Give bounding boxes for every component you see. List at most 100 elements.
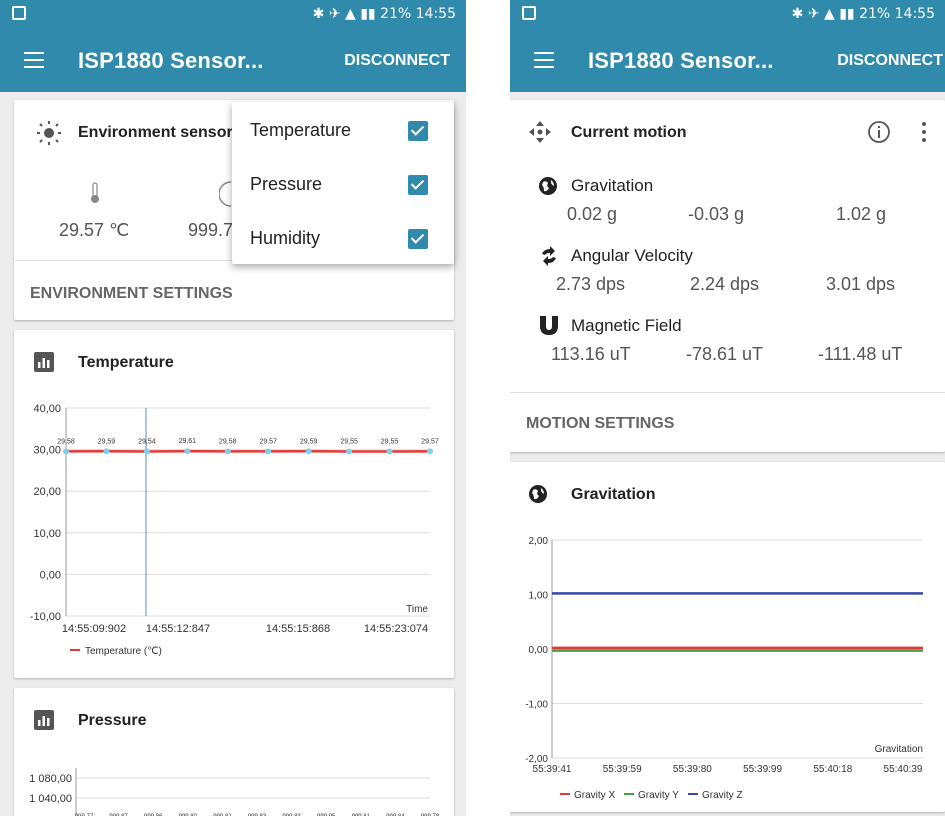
menu-item-humidity[interactable]: Humidity — [232, 212, 454, 266]
gallery-icon — [522, 6, 536, 20]
temperature-point — [143, 448, 150, 455]
temperature-point — [184, 448, 191, 455]
thermometer-icon — [91, 182, 99, 203]
temperature-point — [427, 448, 433, 455]
humidity-checkbox[interactable] — [408, 229, 428, 249]
legend-label: Gravity Z — [702, 790, 743, 801]
x-tick-label: 14:55:15:868 — [266, 623, 330, 635]
temperature-value: 29.57 ℃ — [59, 220, 130, 240]
temperature-point — [386, 448, 393, 455]
motion-settings-button[interactable]: MOTION SETTINGS — [510, 392, 945, 453]
bar-chart-icon — [34, 710, 54, 730]
menu-icon[interactable] — [24, 52, 44, 68]
more-icon[interactable] — [920, 120, 928, 144]
y-tick-label: 1,00 — [529, 591, 549, 602]
magnetic-x: 113.16 uT — [551, 344, 631, 364]
temperature-point — [224, 448, 231, 455]
status-bar: ✱ ✈ ▲ ▮▮ 21% 14:55 — [0, 0, 466, 30]
x-tick-label: 14:55:23:074 — [364, 623, 428, 635]
sensor-menu: Temperature Pressure Humidity — [232, 102, 454, 264]
legend-label: Gravity Y — [638, 790, 679, 801]
y-tick-label: 10,00 — [33, 528, 61, 540]
data-label: 29,59 — [300, 438, 318, 445]
app-bar: ISP1880 Sensor... DISCONNECT — [510, 30, 945, 92]
legend-label: Temperature (℃) — [85, 646, 162, 657]
data-label: 29,55 — [340, 438, 358, 445]
y-tick-label: 1 040,00 — [29, 793, 72, 805]
angular-y: 2.24 dps — [690, 274, 760, 294]
motion-card: Current motion Gravitation 0.02 g -0.03 … — [510, 100, 945, 452]
temperature-point — [103, 448, 110, 455]
globe-icon — [529, 485, 547, 503]
magnetic-z: -111.48 uT — [818, 344, 903, 364]
x-tick-label: 55:40:18 — [813, 764, 852, 775]
app-bar: ISP1880 Sensor... DISCONNECT — [0, 30, 466, 92]
y-tick-label: -10,00 — [30, 611, 61, 623]
x-tick-label: 55:39:80 — [673, 764, 712, 775]
sun-icon — [37, 121, 61, 145]
gravitation-chart-card: Gravitation 2,00 1,00 0,00 -1,00 -2,00 55:39:… — [510, 462, 945, 812]
gallery-icon — [12, 6, 26, 20]
bar-chart-icon — [34, 352, 54, 372]
disconnect-button[interactable]: DISCONNECT — [344, 52, 450, 70]
disconnect-button[interactable]: DISCONNECT — [837, 52, 943, 70]
pressure-chart-card: Pressure 1 080,001 040,00999,77999,87999… — [14, 688, 454, 816]
temperature-point — [63, 448, 69, 455]
app-title: ISP1880 Sensor... — [588, 48, 774, 73]
x-tick-label: 55:40:39 — [884, 764, 923, 775]
x-tick-label: 14:55:09:902 — [62, 623, 126, 635]
menu-icon[interactable] — [534, 52, 554, 68]
x-axis-label: Time — [406, 604, 428, 615]
data-label: 29,61 — [179, 438, 197, 445]
y-tick-label: 0,00 — [529, 645, 549, 656]
data-label: 29,58 — [219, 438, 237, 445]
pressure-chart-title: Pressure — [78, 712, 147, 729]
y-tick-label: -1,00 — [525, 700, 548, 711]
magnetic-y: -78.61 uT — [686, 344, 764, 364]
right-screen: ✱ ✈ ▲ ▮▮ 21% 14:55 ISP1880 Sensor... DIS… — [510, 0, 945, 816]
angular-z: 3.01 dps — [826, 274, 896, 294]
pressure-chart: 1 080,001 040,00999,77999,87999,86999,80… — [29, 768, 440, 816]
environment-settings-button[interactable]: ENVIRONMENT SETTINGS — [14, 260, 454, 321]
data-label: 29,54 — [138, 439, 156, 446]
angular-x: 2.73 dps — [556, 274, 626, 294]
move-icon — [529, 121, 551, 143]
left-screen: ✱ ✈ ▲ ▮▮ 21% 14:55 ISP1880 Sensor... DIS… — [0, 0, 466, 816]
gravitation-x: 0.02 g — [567, 204, 618, 224]
temperature-point — [305, 448, 312, 455]
magnet-icon — [540, 316, 558, 335]
data-label: 29,59 — [98, 438, 116, 445]
pressure-checkbox[interactable] — [408, 175, 428, 195]
gauge-icon — [219, 181, 232, 207]
temperature-chart-title: Temperature — [78, 354, 174, 371]
x-axis-label: Gravitation — [875, 744, 923, 755]
gravitation-z: 1.02 g — [836, 204, 887, 224]
data-label: 29,57 — [421, 438, 439, 445]
y-tick-label: 1 080,00 — [29, 773, 72, 785]
data-label: 29,55 — [381, 438, 399, 445]
pressure-value: 999.7 — [188, 220, 234, 240]
temperature-point — [265, 448, 272, 455]
angular-velocity-label: Angular Velocity — [571, 246, 693, 265]
x-tick-label: 14:55:12:847 — [146, 623, 210, 635]
info-icon[interactable] — [867, 120, 891, 144]
temperature-checkbox[interactable] — [408, 121, 428, 141]
y-tick-label: 40,00 — [33, 403, 61, 415]
menu-item-pressure[interactable]: Pressure — [232, 158, 454, 212]
rotation-icon — [542, 246, 556, 266]
x-tick-label: 55:39:41 — [533, 764, 572, 775]
gravitation-chart: 2,001,000,00-1,00-2,0055:39:41 55:39:59 55… — [525, 536, 923, 801]
motion-title: Current motion — [571, 124, 687, 141]
gravitation-label: Gravitation — [571, 176, 654, 195]
legend-label: Gravity X — [574, 790, 615, 801]
status-text: ✱ ✈ ▲ ▮▮ 21% 14:55 — [312, 6, 456, 22]
status-text: ✱ ✈ ▲ ▮▮ 21% 14:55 — [791, 6, 935, 22]
gravitation-y: -0.03 g — [688, 204, 745, 224]
x-tick-label: 55:39:59 — [603, 764, 642, 775]
menu-item-temperature[interactable]: Temperature — [232, 104, 454, 158]
y-tick-label: 2,00 — [529, 536, 549, 547]
environment-title: Environment sensors — [78, 124, 242, 141]
y-tick-label: 0,00 — [40, 569, 61, 581]
gravitation-chart-title: Gravitation — [571, 486, 656, 503]
magnetic-field-label: Magnetic Field — [571, 316, 682, 335]
